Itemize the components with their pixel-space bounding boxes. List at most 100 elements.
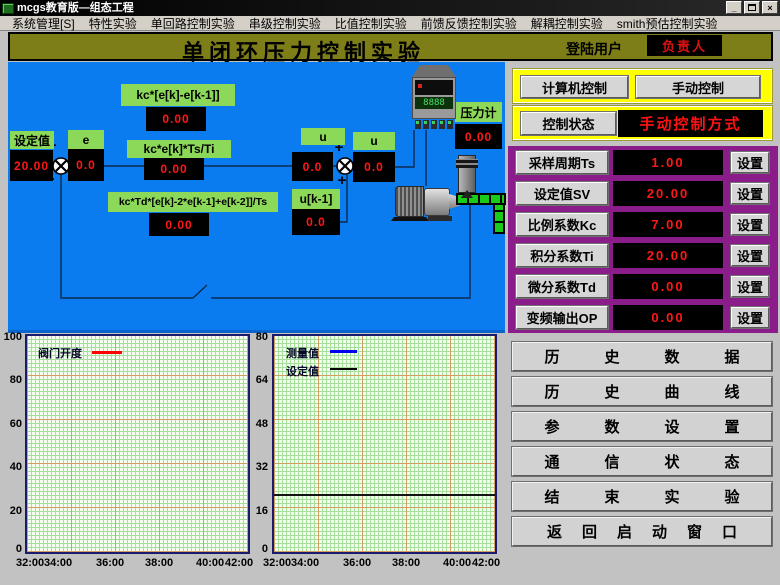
u-prev-label: u[k-1] — [292, 189, 340, 209]
right-y-tick: 32 — [248, 461, 268, 473]
menu-system[interactable]: 系统管理[S] — [5, 15, 82, 32]
param-set-sv-button[interactable]: 设置 — [731, 183, 769, 204]
u2-label: u — [353, 132, 395, 150]
measured-legend-label: 测量值 — [286, 345, 319, 361]
menu-decoupling[interactable]: 解耦控制实验 — [524, 15, 610, 32]
error-value: 0.0 — [68, 149, 104, 181]
u2-value: 0.0 — [353, 152, 395, 182]
left-y-tick: 0 — [0, 543, 22, 555]
control-status-display: 手动控制方式 — [618, 110, 763, 137]
computer-control-button[interactable]: 计算机控制 — [521, 76, 628, 98]
manual-control-button[interactable]: 手动控制 — [636, 76, 760, 98]
setpoint-legend-label: 设定值 — [286, 363, 319, 379]
pump-icon — [424, 188, 450, 216]
param-value-kc: 7.00 — [613, 212, 723, 237]
instrument-display — [415, 80, 453, 95]
d-term-label: kc*Td*[e[k]-2*e[k-1]+e[k-2]]/Ts — [108, 192, 278, 212]
app-icon — [2, 3, 14, 14]
pump-base — [428, 216, 452, 221]
setpoint-trend-line — [274, 494, 495, 496]
param-value-ts: 1.00 — [613, 150, 723, 175]
pipe-vertical — [493, 203, 505, 234]
setpoint-label: 设定值 — [10, 131, 54, 149]
menu-characteristic[interactable]: 特性实验 — [82, 15, 144, 32]
valve-opening-chart — [25, 334, 250, 554]
u1-label: u — [301, 128, 345, 145]
right-x-tick: 38:00 — [392, 557, 420, 569]
left-x-tick: 36:00 — [96, 557, 124, 569]
param-label-ts: 采样周期Ts — [516, 151, 608, 174]
login-user-display: 负责人 — [647, 35, 722, 56]
left-x-tick: 42:00 — [225, 557, 253, 569]
param-label-ti: 积分系数Ti — [516, 244, 608, 267]
left-y-tick: 80 — [0, 374, 22, 386]
param-set-kc-button[interactable]: 设置 — [731, 214, 769, 235]
restore-button[interactable] — [744, 1, 760, 14]
menu-smith[interactable]: smith预估控制实验 — [610, 15, 725, 32]
i-term-value: 0.00 — [144, 158, 204, 180]
menu-single-loop[interactable]: 单回路控制实验 — [144, 15, 242, 32]
param-value-op: 0.00 — [613, 305, 723, 330]
menu-bar: 系统管理[S] 特性实验 单回路控制实验 串级控制实验 比值控制实验 前馈反馈控… — [0, 16, 780, 31]
minimize-button[interactable]: _ — [726, 1, 742, 14]
menu-ratio[interactable]: 比值控制实验 — [328, 15, 414, 32]
param-value-sv: 20.00 — [613, 181, 723, 206]
param-set-ts-button[interactable]: 设置 — [731, 152, 769, 173]
left-y-tick: 40 — [0, 461, 22, 473]
motor-icon — [395, 186, 424, 217]
param-value-ti: 20.00 — [613, 243, 723, 268]
i-term-label: kc*e[k]*Ts/Ti — [127, 140, 231, 158]
right-y-tick: 0 — [248, 543, 268, 555]
close-button[interactable]: × — [762, 1, 778, 14]
valve-legend-label: 阀门开度 — [38, 345, 82, 361]
pressure-gauge-label: 压力计 — [455, 102, 502, 122]
right-x-tick: 42:00 — [472, 557, 500, 569]
history-curve-button[interactable]: 历史曲线 — [512, 377, 772, 406]
param-set-ti-button[interactable]: 设置 — [731, 245, 769, 266]
control-status-value: 手动控制方式 — [639, 113, 741, 134]
left-x-tick: 40:00 — [196, 557, 224, 569]
param-label-td: 微分系数Td — [516, 275, 608, 298]
u1-value: 0.0 — [292, 152, 333, 181]
d-term-value: 0.00 — [149, 213, 209, 236]
login-user-value: 负责人 — [662, 36, 707, 55]
right-x-tick: 40:00 — [443, 557, 471, 569]
menu-feedforward[interactable]: 前馈反馈控制实验 — [414, 15, 524, 32]
p-term-label: kc*[e[k]-e[k-1]] — [121, 84, 235, 106]
instrument-terminals — [412, 120, 456, 130]
history-data-button[interactable]: 历史数据 — [512, 342, 772, 371]
left-x-tick: 38:00 — [145, 557, 173, 569]
param-set-op-button[interactable]: 设置 — [731, 307, 769, 328]
pressure-gauge-value: 0.00 — [455, 124, 502, 149]
setpoint-legend-line — [330, 368, 357, 370]
pressure-sensor-icon — [458, 155, 476, 193]
right-x-tick: 34:00 — [291, 557, 319, 569]
setpoint-value: 20.00 — [10, 150, 53, 181]
process-diagram: + - + + 设定值 20.00 e 0.0 kc*[e[k]-e[k-1]]… — [8, 62, 505, 333]
u-prev-value: 0.0 — [292, 209, 340, 235]
param-label-sv: 设定值SV — [516, 182, 608, 205]
end-experiment-button[interactable]: 结束实验 — [512, 482, 772, 511]
instrument-lcd: 8888 — [415, 97, 453, 109]
left-x-tick: 32:00 — [16, 557, 44, 569]
right-y-tick: 16 — [248, 505, 268, 517]
comm-status-button[interactable]: 通信状态 — [512, 447, 772, 476]
parameter-setting-button[interactable]: 参数设置 — [512, 412, 772, 441]
error-label: e — [68, 130, 104, 149]
right-y-tick: 48 — [248, 418, 268, 430]
param-label-op: 变频输出OP — [516, 306, 608, 329]
right-y-tick: 64 — [248, 374, 268, 386]
left-x-tick: 34:00 — [44, 557, 72, 569]
valve-legend-line — [92, 351, 122, 354]
param-set-td-button[interactable]: 设置 — [731, 276, 769, 297]
controller-instrument-icon: 8888 — [412, 65, 456, 131]
sum2-bottom-plus-sign: + — [335, 174, 349, 188]
param-value-td: 0.00 — [613, 274, 723, 299]
mcgs-window: mcgs教育版—组态工程 _ × 系统管理[S] 特性实验 单回路控制实验 串级… — [0, 0, 780, 585]
right-x-tick: 36:00 — [343, 557, 371, 569]
measured-legend-line — [330, 350, 357, 353]
menu-cascade[interactable]: 串级控制实验 — [242, 15, 328, 32]
return-start-window-button[interactable]: 返回启动窗口 — [512, 517, 772, 546]
header-band: 单闭环压力控制实验 登陆用户 负责人 — [8, 32, 773, 61]
right-x-tick: 32:00 — [263, 557, 291, 569]
